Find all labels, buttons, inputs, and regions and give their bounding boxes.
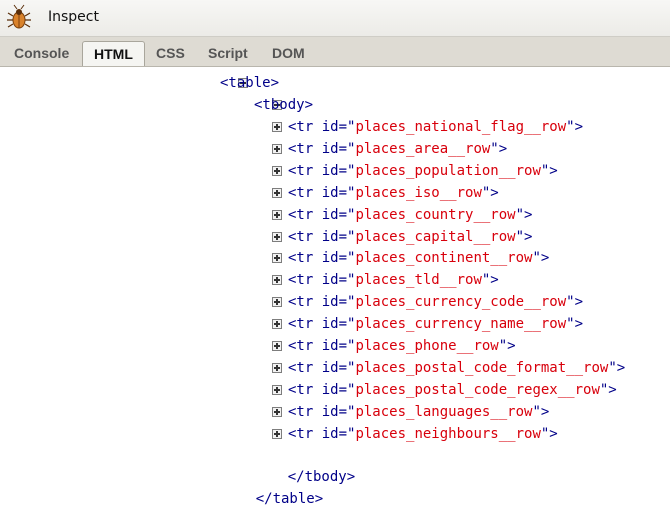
expand-icon[interactable] <box>272 231 282 242</box>
tag-prefix: <tr id=" <box>288 184 356 201</box>
tree-node-table[interactable]: <table> <box>204 72 279 94</box>
tree-node-tbody-close: </tbody> <box>254 444 355 485</box>
expand-icon[interactable] <box>272 362 282 373</box>
tr-tag-text: <tr id="places_currency_code__row"> <box>288 291 583 313</box>
tag-text: <tbody> <box>254 97 314 113</box>
tag-suffix: "> <box>540 162 558 179</box>
tab-css[interactable]: CSS <box>156 41 185 66</box>
tag-suffix: "> <box>566 316 584 333</box>
expand-icon[interactable] <box>272 319 282 330</box>
tag-suffix: "> <box>490 140 508 157</box>
expand-icon[interactable] <box>272 165 282 176</box>
tag-suffix: "> <box>566 294 584 311</box>
tag-suffix: "> <box>599 381 617 398</box>
tag-prefix: <tr id=" <box>288 272 356 289</box>
tr-tag-text: <tr id="places_postal_code_regex__row"> <box>288 379 617 401</box>
tag-suffix: "> <box>481 272 499 289</box>
expand-icon[interactable] <box>272 143 282 154</box>
tag-prefix: <tr id=" <box>288 294 356 311</box>
tab-script[interactable]: Script <box>208 41 248 66</box>
attr-value: places_postal_code_format__row <box>355 359 609 376</box>
tab-html[interactable]: HTML <box>82 41 145 66</box>
tag-prefix: <tr id=" <box>288 228 356 245</box>
tag-suffix: "> <box>608 359 626 376</box>
attr-value: places_national_flag__row <box>355 119 567 135</box>
tag-prefix: <tr id=" <box>288 119 356 135</box>
expand-icon[interactable] <box>272 384 282 395</box>
attr-value: places_neighbours__row <box>355 425 541 442</box>
expand-icon[interactable] <box>272 209 282 220</box>
attr-value: places_population__row <box>355 162 541 179</box>
tag-prefix: <tr id=" <box>288 206 356 223</box>
attr-value: places_iso__row <box>355 184 482 201</box>
tr-tag-text: <tr id="places_languages__row"> <box>288 401 549 423</box>
tr-tag-text: <tr id="places_phone__row"> <box>288 335 516 357</box>
tab-console[interactable]: Console <box>14 41 69 66</box>
expand-icon[interactable] <box>272 275 282 286</box>
attr-value: places_tld__row <box>355 272 482 289</box>
html-tree: <table> <tbody> <tr id="places_national_… <box>0 67 670 507</box>
firebug-icon[interactable] <box>6 4 32 30</box>
tag-text: </table> <box>255 491 324 507</box>
tr-tag-text: <tr id="places_national_flag__row"> <box>288 116 583 138</box>
tr-tag-text: <tr id="places_population__row"> <box>288 160 558 182</box>
tag-prefix: <tr id=" <box>288 381 356 398</box>
tr-tag-text: <tr id="places_iso__row"> <box>288 182 499 204</box>
expand-icon[interactable] <box>272 406 282 417</box>
tree-node-tbody[interactable]: <tbody> <box>238 94 313 116</box>
tag-suffix: "> <box>532 250 550 267</box>
attr-value: places_capital__row <box>355 228 516 245</box>
tr-tag-text: <tr id="places_tld__row"> <box>288 269 499 291</box>
tag-prefix: <tr id=" <box>288 250 356 267</box>
tag-prefix: <tr id=" <box>288 162 356 179</box>
tr-tag-text: <tr id="places_postal_code_format__row"> <box>288 357 625 379</box>
tag-suffix: "> <box>532 403 550 420</box>
tr-tag-text: <tr id="places_continent__row"> <box>288 247 549 269</box>
tag-text: <table> <box>220 75 280 91</box>
tag-prefix: <tr id=" <box>288 316 356 333</box>
attr-value: places_phone__row <box>355 338 499 354</box>
attr-value: places_area__row <box>355 140 491 157</box>
tag-prefix: <tr id=" <box>288 425 356 442</box>
panel-tabs: Console HTML CSS Script DOM <box>0 37 670 67</box>
tag-suffix: "> <box>481 184 499 201</box>
inspect-button[interactable]: Inspect <box>48 9 99 25</box>
expand-icon[interactable] <box>272 253 282 264</box>
tag-prefix: <tr id=" <box>288 403 356 420</box>
expand-icon[interactable] <box>272 187 282 198</box>
tr-tag-text: <tr id="places_currency_name__row"> <box>288 313 583 335</box>
tag-suffix: "> <box>540 425 558 442</box>
attr-value: places_currency_name__row <box>355 316 567 333</box>
tag-suffix: "> <box>566 119 584 135</box>
tr-tag-text: <tr id="places_country__row"> <box>288 204 532 226</box>
tag-suffix: "> <box>515 228 533 245</box>
tr-tag-text: <tr id="places_area__row"> <box>288 138 507 160</box>
tag-prefix: <tr id=" <box>288 140 356 157</box>
tab-dom[interactable]: DOM <box>272 41 305 66</box>
tag-suffix: "> <box>498 338 516 354</box>
toolbar: Inspect <box>0 0 670 37</box>
expand-icon[interactable] <box>272 341 282 351</box>
tr-tag-text: <tr id="places_neighbours__row"> <box>288 423 558 445</box>
attr-value: places_country__row <box>355 206 516 223</box>
expand-icon[interactable] <box>272 428 282 439</box>
attr-value: places_postal_code_regex__row <box>355 381 600 398</box>
expand-icon[interactable] <box>272 122 282 132</box>
attr-value: places_currency_code__row <box>355 294 567 311</box>
tr-tag-text: <tr id="places_capital__row"> <box>288 226 532 248</box>
attr-value: places_languages__row <box>355 403 533 420</box>
attr-value: places_continent__row <box>355 250 533 267</box>
tree-node-table-close: </table> <box>222 466 323 507</box>
expand-icon[interactable] <box>272 297 282 308</box>
tag-suffix: "> <box>515 206 533 223</box>
tag-prefix: <tr id=" <box>288 338 356 354</box>
tag-prefix: <tr id=" <box>288 359 356 376</box>
